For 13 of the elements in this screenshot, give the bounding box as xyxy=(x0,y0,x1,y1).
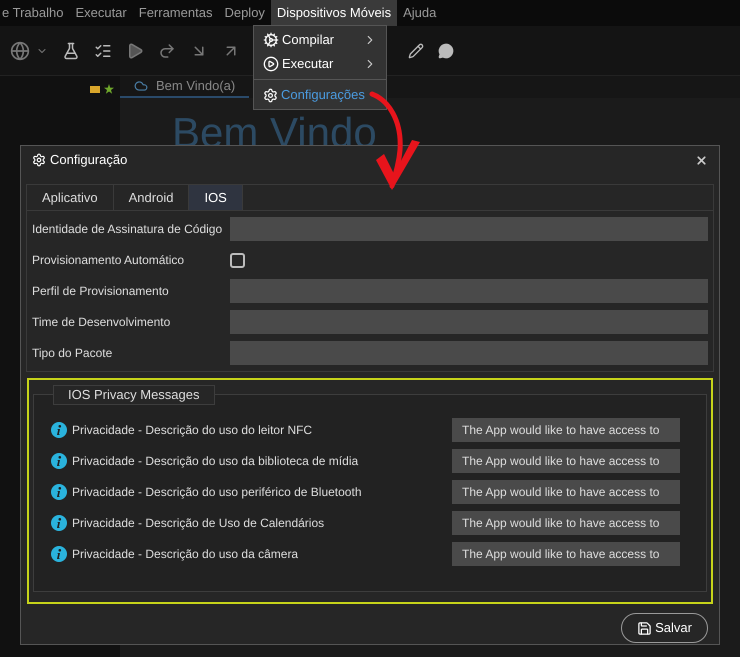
tab-label: Bem Vindo(a) xyxy=(156,77,236,96)
field-label: Tipo do Pacote xyxy=(32,345,114,362)
privacy-label: Privacidade - Descrição do uso periférico de Bluetooth xyxy=(72,484,362,501)
privacy-label: Privacidade - Descrição do uso da biblioteca de mídia xyxy=(72,453,360,470)
field-label: Identidade de Assinatura de Código xyxy=(32,221,224,238)
privacy-label: Privacidade - Descrição de Uso de Calendários xyxy=(72,515,326,532)
dialog-title: Configuração xyxy=(50,151,128,170)
field-label: Provisionamento Automático xyxy=(32,252,186,269)
privacy-label: Privacidade - Descrição do uso do leitor NFC xyxy=(72,422,314,439)
privacy-label: Privacidade - Descrição do uso da câmera xyxy=(72,546,300,563)
field-label: Perfil de Provisionamento xyxy=(32,283,170,300)
section-legend: IOS Privacy Messages xyxy=(53,385,214,405)
field-label: Time de Desenvolvimento xyxy=(32,314,172,331)
